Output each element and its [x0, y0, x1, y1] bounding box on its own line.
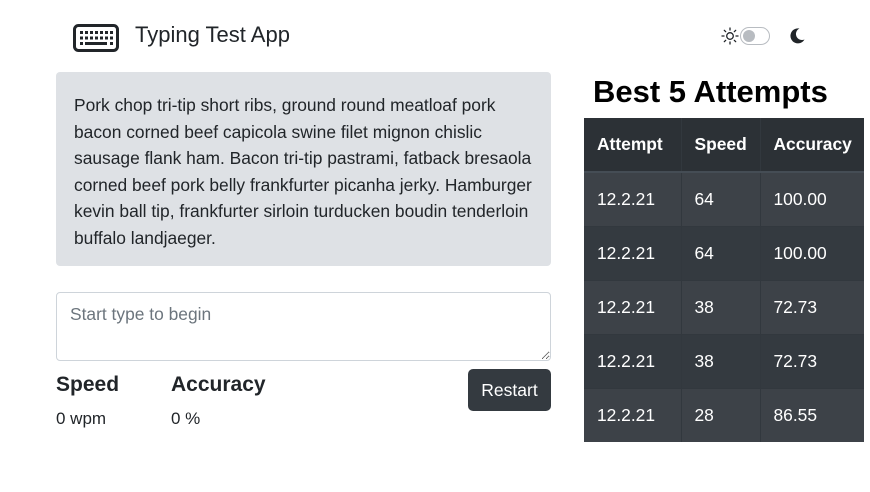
cell-attempt: 12.2.21	[584, 280, 682, 334]
column-header-accuracy: Accuracy	[760, 118, 864, 173]
app-header: Typing Test App	[0, 0, 870, 70]
table-row: 12.2.21 64 100.00	[584, 172, 864, 226]
cell-attempt: 12.2.21	[584, 226, 682, 280]
cell-speed: 28	[681, 388, 761, 442]
cell-speed: 64	[681, 226, 761, 280]
toggle-knob	[743, 30, 755, 42]
cell-attempt: 12.2.21	[584, 172, 682, 226]
keyboard-icon	[73, 24, 119, 52]
cell-attempt: 12.2.21	[584, 334, 682, 388]
column-header-speed: Speed	[681, 118, 761, 173]
restart-button[interactable]: Restart	[468, 369, 551, 411]
cell-attempt: 12.2.21	[584, 388, 682, 442]
column-header-attempt: Attempt	[584, 118, 682, 173]
cell-speed: 64	[681, 172, 761, 226]
speed-value: 0 wpm	[56, 409, 107, 428]
cell-accuracy: 72.73	[773, 296, 818, 317]
table-row: 12.2.21 38 72.73	[584, 334, 864, 388]
cell-accuracy: 100.00	[773, 242, 827, 263]
cell-speed: 38	[681, 280, 761, 334]
typing-input[interactable]	[56, 292, 551, 361]
app-title: Typing Test App	[135, 22, 290, 47]
cell-accuracy: 86.55	[773, 404, 818, 425]
table-row: 12.2.21 38 72.73	[584, 280, 864, 334]
speed-label: Speed	[56, 373, 120, 396]
theme-switch[interactable]	[721, 25, 806, 47]
table-row: 12.2.21 64 100.00	[584, 226, 864, 280]
sun-icon	[721, 27, 739, 45]
dark-mode-toggle[interactable]	[740, 27, 770, 45]
best-attempts-title: Best 5 Attempts	[593, 74, 828, 109]
passage-box: Pork chop tri-tip short ribs, ground rou…	[56, 72, 551, 266]
cell-accuracy: 100.00	[773, 188, 827, 209]
table-row: 12.2.21 28 86.55	[584, 388, 864, 442]
accuracy-label: Accuracy	[171, 373, 266, 396]
best-attempts-table: Attempt Speed Accuracy 12.2.21 64 100.00…	[584, 118, 864, 442]
passage-text: Pork chop tri-tip short ribs, ground rou…	[74, 95, 532, 248]
cell-speed: 38	[681, 334, 761, 388]
accuracy-value: 0 %	[171, 409, 201, 428]
moon-icon	[790, 28, 805, 44]
table-header-row: Attempt Speed Accuracy	[584, 118, 864, 173]
cell-accuracy: 72.73	[773, 350, 818, 371]
